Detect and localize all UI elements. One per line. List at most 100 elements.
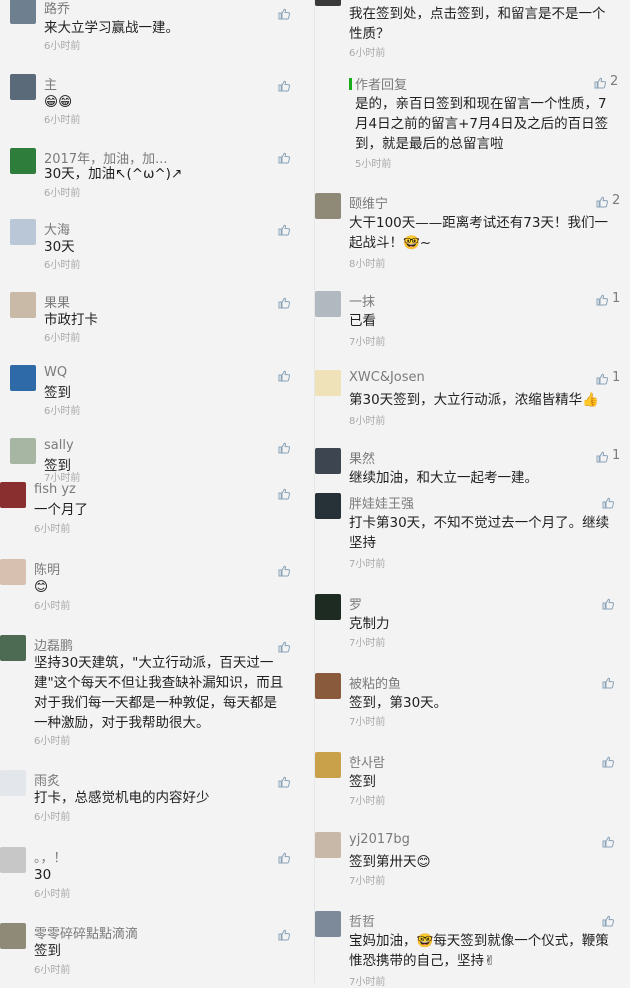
avatar[interactable] xyxy=(315,832,341,858)
comment-time: 8小时前 xyxy=(349,259,386,270)
comment-text: 坚持30天建筑，"大立行动派，百天过一建"这个每天不但让我查缺补漏知识，而且对于… xyxy=(34,655,284,731)
comment-time: 7小时前 xyxy=(349,717,386,728)
avatar[interactable] xyxy=(0,635,26,661)
avatar[interactable] xyxy=(315,448,341,474)
comment-text: 😁😁 xyxy=(44,94,73,110)
reply-label: 作者回复 xyxy=(355,78,408,93)
like-icon[interactable] xyxy=(602,497,614,509)
like-icon[interactable] xyxy=(596,373,608,385)
avatar[interactable] xyxy=(315,193,341,219)
commenter-name: 一抹 xyxy=(349,295,376,310)
avatar[interactable] xyxy=(10,292,36,318)
commenter-name: yj2017bg xyxy=(349,832,410,847)
avatar[interactable] xyxy=(10,219,36,245)
like-icon[interactable] xyxy=(278,929,290,941)
avatar[interactable] xyxy=(315,752,341,778)
commenter-name: XWC&Josen xyxy=(349,370,425,385)
commenter-name: 果果 xyxy=(44,296,71,311)
comment-time: 6小时前 xyxy=(44,260,81,271)
avatar[interactable] xyxy=(315,291,341,317)
comment-time: 6小时前 xyxy=(34,965,71,976)
avatar[interactable] xyxy=(315,370,341,396)
avatar[interactable] xyxy=(315,594,341,620)
commenter-name: 被粘的鱼 xyxy=(349,677,402,692)
comment-time: 6小时前 xyxy=(34,812,71,823)
like-icon[interactable] xyxy=(596,196,608,208)
comment-time: 7小时前 xyxy=(349,977,386,988)
comment-text: 签到第卅天😊 xyxy=(349,854,431,870)
like-icon[interactable] xyxy=(602,598,614,610)
comment-time: 6小时前 xyxy=(34,889,71,900)
comment-text: 打卡第30天，不知不觉过去一个月了。继续坚持 xyxy=(349,515,610,551)
like-icon[interactable] xyxy=(596,451,608,463)
avatar[interactable] xyxy=(10,438,36,464)
like-icon[interactable] xyxy=(596,294,608,306)
like-icon[interactable] xyxy=(278,442,290,454)
comment-time: 6小时前 xyxy=(44,41,81,52)
like-count: 2 xyxy=(612,193,621,208)
like-icon[interactable] xyxy=(602,756,614,768)
comment-text: 来大立学习赢战一建。 xyxy=(44,20,179,36)
like-icon[interactable] xyxy=(602,677,614,689)
commenter-name: 边磊鹏 xyxy=(34,639,74,654)
avatar[interactable] xyxy=(10,365,36,391)
avatar[interactable] xyxy=(10,148,36,174)
avatar[interactable] xyxy=(0,847,26,873)
comment-text: 30天 xyxy=(44,239,75,255)
avatar[interactable] xyxy=(10,0,36,24)
comment-time: 7小时前 xyxy=(349,559,386,570)
commenter-name: 哲哲 xyxy=(349,915,376,930)
comment-text: 第30天签到，大立行动派，浓缩皆精华👍 xyxy=(349,392,599,408)
avatar[interactable] xyxy=(10,74,36,100)
like-count: 1 xyxy=(612,370,621,385)
comment-column-right: 我在签到处，点击签到，和留言是不是一个性质？ 6小时前 作者回复 2 是的，亲百… xyxy=(315,0,630,988)
avatar[interactable] xyxy=(0,923,26,949)
comment-text: 签到 xyxy=(349,774,376,790)
avatar[interactable] xyxy=(315,493,341,519)
like-icon[interactable] xyxy=(278,152,290,164)
reply-time: 5小时前 xyxy=(355,159,392,170)
comment-text: 30 xyxy=(34,867,52,883)
avatar[interactable] xyxy=(0,482,26,508)
commenter-name: 大海 xyxy=(44,223,71,238)
comment-column-left: 路乔 来大立学习赢战一建。 6小时前 主 😁😁 6小时前 2017年，加油，加.… xyxy=(0,0,315,983)
comment-time: 6小时前 xyxy=(44,188,81,199)
avatar[interactable] xyxy=(315,911,341,937)
like-icon[interactable] xyxy=(602,915,614,927)
commenter-name: 陈明 xyxy=(34,563,61,578)
comment-text: 😊 xyxy=(34,579,49,595)
avatar[interactable] xyxy=(315,0,341,6)
commenter-name: 主 xyxy=(44,78,58,93)
avatar[interactable] xyxy=(0,559,26,585)
like-icon[interactable] xyxy=(278,370,290,382)
commenter-name: sally xyxy=(44,438,74,453)
comment-time: 7小时前 xyxy=(349,876,386,887)
comment-text: 打卡，总感觉机电的内容好少 xyxy=(34,790,210,806)
comment-time: 7小时前 xyxy=(349,638,386,649)
like-icon[interactable] xyxy=(278,565,290,577)
like-icon[interactable] xyxy=(278,8,290,20)
like-icon[interactable] xyxy=(278,488,290,500)
like-icon[interactable] xyxy=(594,77,606,89)
like-icon[interactable] xyxy=(602,836,614,848)
like-icon[interactable] xyxy=(278,852,290,864)
comment-time: 6小时前 xyxy=(34,524,71,535)
like-icon[interactable] xyxy=(278,224,290,236)
like-icon[interactable] xyxy=(278,80,290,92)
avatar[interactable] xyxy=(0,770,26,796)
commenter-name: fish yz xyxy=(34,482,76,497)
commenter-name: WQ xyxy=(44,365,68,380)
commenter-name: 胖娃娃王强 xyxy=(349,497,415,512)
comment-text: 签到，第30天。 xyxy=(349,695,448,711)
commenter-name: 果然 xyxy=(349,452,376,467)
commenter-name: 한사람 xyxy=(349,756,385,771)
comment-time: 6小时前 xyxy=(44,406,81,417)
comment-time: 6小时前 xyxy=(34,736,71,747)
like-icon[interactable] xyxy=(278,641,290,653)
avatar[interactable] xyxy=(315,673,341,699)
comment-time: 6小时前 xyxy=(44,115,81,126)
comment-time: 7小时前 xyxy=(349,337,386,348)
like-icon[interactable] xyxy=(278,297,290,309)
comment-text: 继续加油，和大立一起考一建。 xyxy=(349,470,538,486)
like-icon[interactable] xyxy=(278,776,290,788)
